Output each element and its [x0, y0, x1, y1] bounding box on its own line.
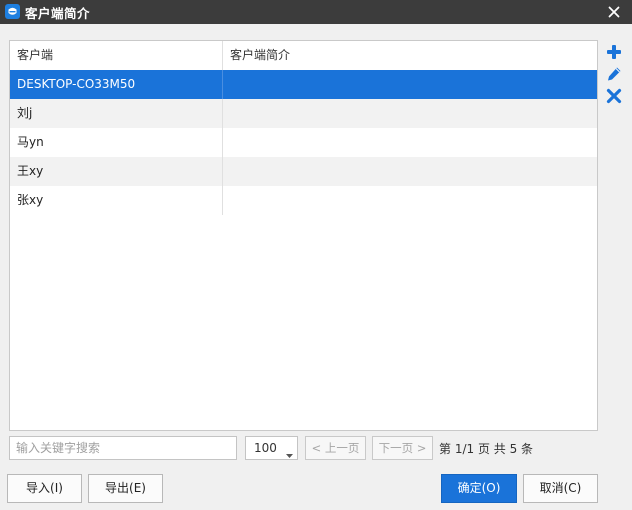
next-page-button[interactable]: 下一页 > [372, 436, 433, 460]
table-header: 客户端 客户端简介 [10, 41, 597, 71]
cell-client: DESKTOP-CO33M50 [10, 70, 223, 99]
close-icon[interactable] [604, 2, 624, 22]
table-row[interactable]: DESKTOP-CO33M50 [10, 70, 597, 99]
table-row[interactable]: 马yn [10, 128, 597, 157]
cell-description [223, 70, 597, 99]
cell-client: 王xy [10, 157, 223, 186]
chevron-down-icon [286, 447, 293, 461]
import-button[interactable]: 导入(I) [7, 474, 82, 503]
plus-icon[interactable] [605, 43, 623, 61]
client-table: 客户端 客户端简介 DESKTOP-CO33M50 刘j 马yn 王xy 张xy [9, 40, 598, 431]
table-row[interactable]: 张xy [10, 186, 597, 215]
table-row[interactable]: 刘j [10, 99, 597, 128]
search-input[interactable] [9, 436, 237, 460]
column-header-description[interactable]: 客户端简介 [223, 41, 597, 70]
app-logo-icon [5, 4, 20, 19]
page-size-select[interactable]: 100 [245, 436, 298, 460]
ok-button[interactable]: 确定(O) [441, 474, 517, 503]
prev-page-button[interactable]: < 上一页 [305, 436, 366, 460]
page-size-value: 100 [254, 441, 277, 455]
cell-client: 马yn [10, 128, 223, 157]
cell-client: 张xy [10, 186, 223, 215]
cancel-button[interactable]: 取消(C) [523, 474, 598, 503]
cell-description [223, 186, 597, 215]
delete-x-icon[interactable] [605, 87, 623, 105]
cell-description [223, 99, 597, 128]
window-title: 客户端简介 [25, 6, 91, 21]
column-header-client[interactable]: 客户端 [10, 41, 223, 70]
export-button[interactable]: 导出(E) [88, 474, 163, 503]
pencil-icon[interactable] [605, 65, 623, 83]
cell-client: 刘j [10, 99, 223, 128]
cell-description [223, 128, 597, 157]
cell-description [223, 157, 597, 186]
page-info: 第 1/1 页 共 5 条 [439, 442, 534, 456]
title-bar: 客户端简介 [0, 0, 632, 24]
table-row[interactable]: 王xy [10, 157, 597, 186]
